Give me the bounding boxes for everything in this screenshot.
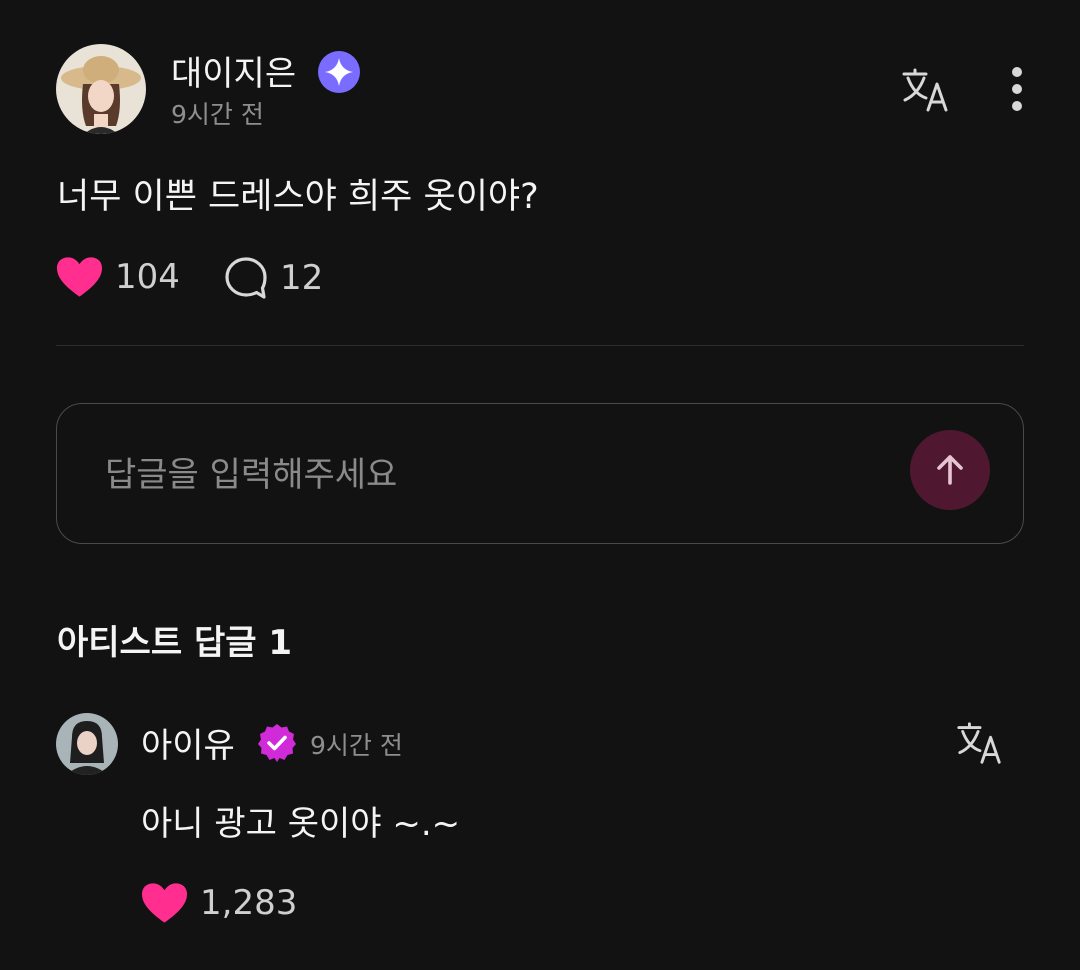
arrow-up-icon: [937, 455, 963, 485]
post-timestamp: 9시간 전: [171, 100, 264, 129]
reply-translate-icon[interactable]: [955, 718, 1005, 768]
reply-like-count: 1,283: [200, 883, 298, 923]
translate-icon[interactable]: [900, 64, 952, 116]
send-button[interactable]: [910, 430, 990, 510]
like-button[interactable]: 104: [56, 256, 180, 298]
post-author-name[interactable]: 대이지은: [171, 46, 296, 95]
author-avatar[interactable]: [56, 44, 146, 134]
divider: [56, 345, 1024, 346]
artist-replies-title: 아티스트 답글 1: [57, 623, 293, 663]
comment-bubble-icon: [225, 257, 267, 299]
reply-author-avatar[interactable]: [56, 713, 118, 775]
reply-input[interactable]: [103, 434, 887, 516]
verified-check-badge-icon: [256, 722, 298, 764]
like-count: 104: [115, 257, 180, 297]
sparkle-badge-icon: [318, 51, 360, 93]
comment-count: 12: [280, 258, 324, 298]
heart-icon: [56, 257, 103, 297]
reply-timestamp: 9시간 전: [310, 731, 403, 760]
heart-icon: [141, 883, 188, 923]
reply-input-box[interactable]: [56, 403, 1024, 544]
reply-like-button[interactable]: 1,283: [141, 882, 297, 924]
more-vertical-icon[interactable]: [996, 64, 1038, 116]
comment-button[interactable]: 12: [224, 256, 323, 300]
post-text: 너무 이쁜 드레스야 희주 옷이야?: [57, 177, 539, 217]
reply-author-name[interactable]: 아이유: [141, 718, 235, 767]
reply-text: 아니 광고 옷이야 ~.~: [141, 804, 461, 844]
